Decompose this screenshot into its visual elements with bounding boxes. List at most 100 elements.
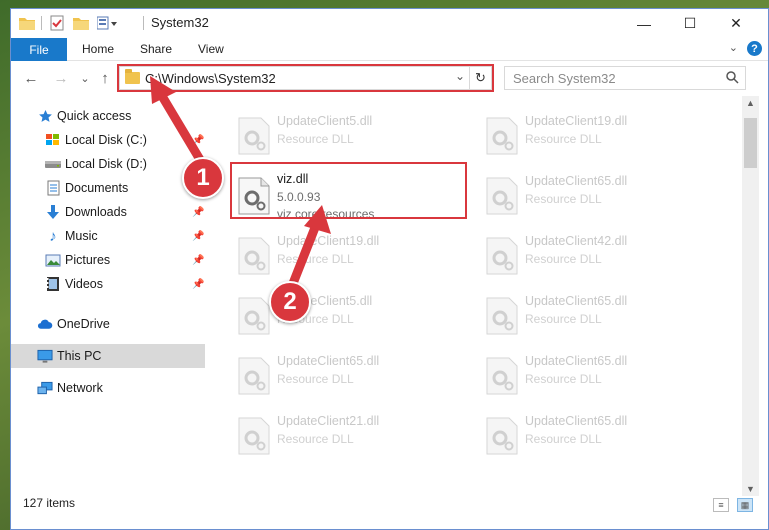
file-item[interactable]: UpdateClient65.dll Resource DLL [477, 346, 717, 402]
drive-icon [45, 132, 61, 148]
documents-icon [45, 180, 61, 196]
file-description: Resource DLL [525, 372, 602, 386]
videos-icon [45, 276, 61, 292]
sidebar-item-music[interactable]: ♪ Music 📌 [11, 224, 205, 248]
file-description: Resource DLL [277, 132, 354, 146]
sidebar-item-label: Videos [65, 277, 103, 291]
sidebar-item-this-pc[interactable]: This PC [11, 344, 205, 368]
up-arrow-icon[interactable]: ↑ [95, 68, 115, 88]
file-item[interactable]: UpdateClient65.dll Resource DLL [477, 166, 717, 222]
sidebar-item-quick-access[interactable]: Quick access [11, 104, 205, 128]
tab-share[interactable]: Share [140, 42, 172, 56]
sidebar-item-label: Downloads [65, 205, 127, 219]
step-2-badge: 2 [269, 281, 311, 323]
expand-ribbon-chevron-icon[interactable]: ⌄ [729, 41, 738, 54]
tab-home[interactable]: Home [82, 42, 114, 56]
sidebar-item-label: Documents [65, 181, 129, 195]
music-icon: ♪ [49, 227, 57, 245]
drive-icon [45, 156, 61, 172]
computer-icon [37, 348, 53, 364]
sidebar-item-label: Local Disk (D:) [65, 157, 147, 171]
help-icon[interactable]: ? [747, 41, 762, 56]
file-name: UpdateClient65.dll [525, 174, 628, 188]
sidebar-item-label: OneDrive [57, 317, 110, 331]
pin-icon[interactable]: 📌 [192, 279, 204, 290]
close-button[interactable]: ✕ [713, 9, 759, 38]
file-description: Resource DLL [277, 372, 354, 386]
search-box[interactable]: Search System32 [504, 66, 746, 90]
dll-gear-icon [238, 117, 270, 155]
sidebar-item-onedrive[interactable]: OneDrive [11, 312, 205, 336]
star-icon [37, 108, 53, 124]
forward-arrow-icon[interactable]: → [51, 68, 71, 88]
search-input[interactable]: Search System32 [513, 71, 616, 86]
customize-quick-access-icon[interactable] [97, 14, 119, 32]
sidebar-item-label: Pictures [65, 253, 111, 267]
network-icon [37, 380, 53, 396]
recent-locations-chevron-icon[interactable]: ⌄ [75, 68, 95, 88]
folder-icon[interactable] [19, 14, 35, 32]
file-name: UpdateClient19.dll [525, 114, 628, 128]
file-name: UpdateClient21.dll [277, 414, 380, 428]
step-1-badge: 1 [182, 157, 224, 199]
sidebar-item-downloads[interactable]: Downloads 📌 [11, 200, 205, 224]
file-item[interactable]: UpdateClient65.dll Resource DLL [229, 346, 469, 402]
pin-icon[interactable]: 📌 [192, 135, 204, 146]
file-item[interactable]: UpdateClient5.dll Resource DLL [229, 106, 469, 162]
address-highlight-box [117, 64, 494, 92]
details-view-icon[interactable]: ≡ [713, 498, 729, 512]
maximize-button[interactable]: ☐ [667, 9, 713, 38]
sidebar-item-local-disk-c[interactable]: Local Disk (C:) 📌 [11, 128, 205, 152]
dll-gear-icon [486, 297, 518, 335]
file-item[interactable]: UpdateClient5.dll Resource DLL [229, 286, 469, 342]
dll-gear-icon [238, 297, 270, 335]
tab-file[interactable]: File [11, 38, 67, 61]
file-item[interactable]: UpdateClient65.dll Resource DLL [477, 286, 717, 342]
file-name: UpdateClient19.dll [277, 234, 380, 248]
sidebar-item-videos[interactable]: Videos 📌 [11, 272, 205, 296]
file-explorer-window: System32 — ☐ ✕ File Home Share View ⌄ ? … [10, 8, 769, 530]
file-description: Resource DLL [525, 312, 602, 326]
new-folder-icon[interactable] [73, 14, 89, 32]
file-highlight-box [230, 162, 467, 219]
sidebar-item-network[interactable]: Network [11, 376, 205, 400]
file-description: Resource DLL [525, 432, 602, 446]
large-icons-view-icon[interactable]: ▦ [737, 498, 753, 512]
dll-gear-icon [486, 357, 518, 395]
pictures-icon [45, 252, 61, 268]
file-name: UpdateClient65.dll [525, 354, 628, 368]
file-item[interactable]: UpdateClient21.dll Resource DLL [229, 406, 469, 462]
file-item[interactable]: UpdateClient19.dll Resource DLL [229, 226, 469, 282]
sidebar-item-label: This PC [57, 349, 102, 363]
navigation-bar: ← → ⌄ ↑ C:\Windows\System32 ⌄ ↻ Search S… [11, 62, 768, 96]
back-arrow-icon[interactable]: ← [21, 68, 41, 88]
properties-checkmark-icon[interactable] [49, 14, 65, 32]
file-name: UpdateClient42.dll [525, 234, 628, 248]
pin-icon[interactable]: 📌 [192, 231, 204, 242]
sidebar-item-label: Network [57, 381, 103, 395]
sidebar-item-pictures[interactable]: Pictures 📌 [11, 248, 205, 272]
pin-icon[interactable]: 📌 [192, 255, 204, 266]
sidebar-item-label: Local Disk (C:) [65, 133, 147, 147]
vertical-scrollbar[interactable]: ▲ ▼ [742, 96, 759, 496]
item-count: 127 items [23, 496, 76, 510]
search-icon[interactable] [726, 71, 739, 87]
file-item[interactable]: UpdateClient42.dll Resource DLL [477, 226, 717, 282]
file-description: Resource DLL [277, 432, 354, 446]
dll-gear-icon [238, 237, 270, 275]
file-name: UpdateClient65.dll [525, 414, 628, 428]
file-item[interactable]: UpdateClient19.dll Resource DLL [477, 106, 717, 162]
file-description: Resource DLL [525, 192, 602, 206]
scroll-up-arrow-icon[interactable]: ▲ [742, 98, 759, 108]
scroll-thumb[interactable] [744, 118, 757, 168]
cloud-icon [37, 316, 53, 332]
file-description: Resource DLL [277, 252, 354, 266]
dll-gear-icon [238, 417, 270, 455]
minimize-button[interactable]: — [621, 9, 667, 38]
pin-icon[interactable]: 📌 [192, 207, 204, 218]
dll-gear-icon [486, 237, 518, 275]
sidebar-item-local-disk-d[interactable]: Local Disk (D:) 📌 [11, 152, 205, 176]
tab-view[interactable]: View [198, 42, 224, 56]
sidebar-item-documents[interactable]: Documents 📌 [11, 176, 205, 200]
file-item[interactable]: UpdateClient65.dll Resource DLL [477, 406, 717, 462]
